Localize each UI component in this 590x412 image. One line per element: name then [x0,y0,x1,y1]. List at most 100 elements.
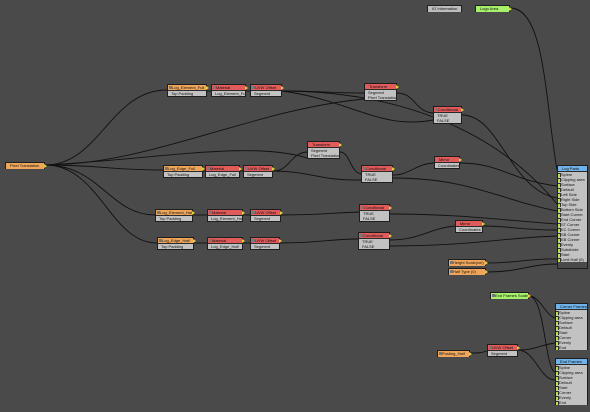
input-row[interactable]: End [556,345,587,350]
node-row: Segment [254,244,271,249]
transform-node-2[interactable]: Transform Segment Pixel Translation [307,141,342,159]
node-row: FALSE [365,177,378,182]
node-title: Pixel Translation [6,163,44,169]
output-port[interactable] [469,352,472,356]
node-row: Segment [491,351,508,356]
param-icon [492,294,495,297]
material-icon [207,167,210,170]
output-port[interactable] [482,222,485,226]
output-port[interactable] [242,239,245,243]
node-row: Log_Element_Full [215,91,245,96]
conditional-icon [435,108,438,111]
node-row: FALSE [362,244,375,249]
output-port[interactable] [485,261,488,265]
input-port[interactable] [556,401,559,405]
output-port[interactable] [279,239,282,243]
output-port[interactable] [517,346,520,350]
uvw-icon [252,86,255,89]
input-port[interactable] [556,346,559,350]
conditional-icon [363,167,366,170]
param-icon [450,270,453,273]
output-port[interactable] [44,164,47,168]
material-icon [209,239,212,242]
uvw-icon [252,239,255,242]
uvw-offset-node-5[interactable]: UVW Offset Segment [487,344,520,357]
conditional-icon [360,234,363,237]
param-icon [439,352,442,355]
node-row: Segment [254,91,271,96]
conditional-node-2[interactable]: Conditional TRUE FALSE [361,165,395,183]
node-title: Posting_Half [438,351,469,357]
material-node-2[interactable]: Material Log_Edge_Full [205,165,242,178]
node-row: Top Padding [161,244,184,249]
conditional-node-3[interactable]: Conditional TRUE FALSE [359,204,392,222]
node-row: Log_Element_Half [211,216,242,221]
posting-half-node[interactable]: Posting_Half [437,350,472,357]
node-title: Half Type (0) [449,269,485,275]
log-parts-node[interactable]: Log Parts Spline Clipping area Surface Defa… [557,165,588,269]
logo-area-node[interactable]: Logo Area [475,5,512,12]
node-title: Logo Area [476,6,509,12]
half-type-node[interactable]: Half Type (0) [448,268,488,275]
output-port[interactable] [239,167,242,171]
output-port[interactable] [281,86,284,90]
transform-node-1[interactable]: Transform Segment Pixel Translation [364,83,399,101]
conditional-node-4[interactable]: Conditional TRUE FALSE [358,232,392,250]
uvw-offset-node-3[interactable]: UVW Offset Segment [250,209,283,222]
log-edge-full-node[interactable]: Log_Edge_Full Top Padding [163,165,205,178]
conditional-node-1[interactable]: Conditional TRUE FALSE [433,106,464,124]
uvw-offset-node-2[interactable]: UVW Offset Segment [243,165,275,178]
output-port[interactable] [339,143,342,147]
log-element-half-node[interactable]: Log_Element_Half Top Padding [155,209,195,222]
node-row: FALSE [437,118,450,123]
uvw-icon [252,211,255,214]
output-port[interactable] [485,270,488,274]
log-edge-half-node[interactable]: Log_Edge_Half Top Padding [157,237,196,250]
node-row: Coordinates [459,227,481,232]
log-element-full-node[interactable]: Log_Element_Full Top Padding [167,84,209,97]
node-row: Log_Edge_Half [211,244,239,249]
node-row: Segment [247,172,264,177]
param-icon [165,167,168,170]
io-information-node[interactable]: IO Information [427,5,462,12]
input-row[interactable]: End [556,400,587,405]
output-port[interactable] [528,294,531,298]
end-frames-scale-node[interactable]: End Frames Scale [490,292,531,299]
node-row: Log_Edge_Full [209,172,236,177]
pixel-translation-node[interactable]: Pixel Translation [5,162,47,169]
height-scale-node[interactable]: Height Scale(cm) [448,259,488,266]
input-row[interactable]: Limit Half (0) [558,257,587,262]
node-title: End Frames Scale [491,293,528,299]
output-port[interactable] [461,108,464,112]
uvw-offset-node-1[interactable]: UVW Offset Segment [250,84,284,97]
mirror-node-1[interactable]: Mirror Coordinates [434,156,462,169]
end-frames-node[interactable]: End Frames Spline Clipping area Surface Def… [555,358,588,405]
output-port[interactable] [193,239,196,243]
output-port[interactable] [389,206,392,210]
node-row: Segment [254,216,271,221]
conditional-icon [361,206,364,209]
node-row: Pixel Translation [311,153,339,158]
output-port[interactable] [396,85,399,89]
param-icon [159,239,162,242]
output-port[interactable] [272,167,275,171]
uvw-offset-node-4[interactable]: UVW Offset Segment [250,237,282,250]
output-port[interactable] [192,211,195,215]
output-port[interactable] [392,167,395,171]
output-port[interactable] [245,86,248,90]
material-node-1[interactable]: Material Log_Element_Full [211,84,248,97]
output-port[interactable] [509,7,512,11]
param-icon [450,261,453,264]
input-port[interactable] [558,258,561,262]
node-row: Top Padding [171,91,194,96]
mirror-node-2[interactable]: Mirror Coordinates [455,220,485,233]
material-icon [213,86,216,89]
output-port[interactable] [280,211,283,215]
output-port[interactable] [206,86,209,90]
material-node-4[interactable]: Material Log_Edge_Half [207,237,245,250]
material-node-3[interactable]: Material Log_Element_Half [207,209,245,222]
output-port[interactable] [459,158,462,162]
output-port[interactable] [389,234,392,238]
output-port[interactable] [242,211,245,215]
corner-frames-node[interactable]: Corner Frames Spline Clipping area Surface… [555,303,588,350]
